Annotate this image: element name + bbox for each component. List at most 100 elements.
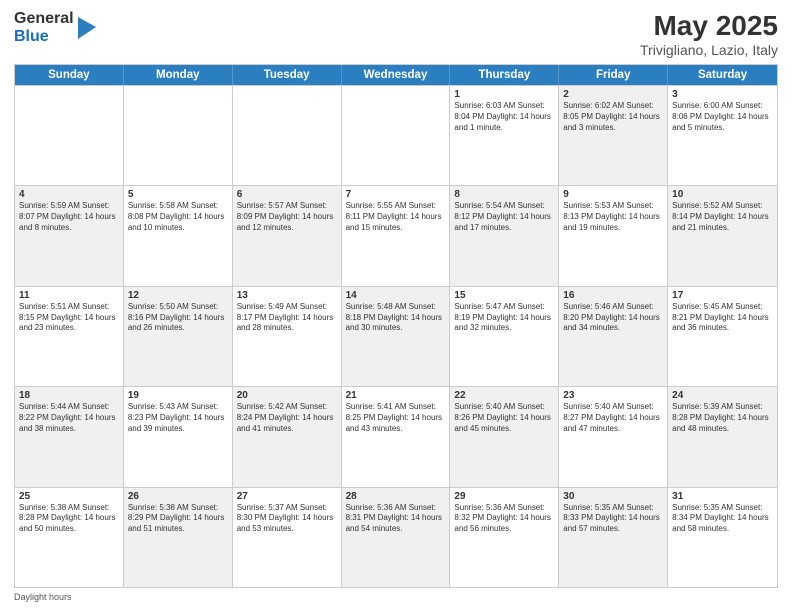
- calendar-cell: 10Sunrise: 5:52 AM Sunset: 8:14 PM Dayli…: [668, 186, 777, 285]
- calendar-cell: 5Sunrise: 5:58 AM Sunset: 8:08 PM Daylig…: [124, 186, 233, 285]
- calendar-cell: 26Sunrise: 5:38 AM Sunset: 8:29 PM Dayli…: [124, 488, 233, 587]
- calendar-header-cell: Friday: [559, 65, 668, 85]
- day-info: Sunrise: 5:54 AM Sunset: 8:12 PM Dayligh…: [454, 201, 554, 233]
- day-number: 9: [563, 189, 663, 200]
- calendar-cell: 18Sunrise: 5:44 AM Sunset: 8:22 PM Dayli…: [15, 387, 124, 486]
- day-number: 29: [454, 491, 554, 502]
- day-number: 10: [672, 189, 773, 200]
- day-info: Sunrise: 5:38 AM Sunset: 8:29 PM Dayligh…: [128, 503, 228, 535]
- day-number: 17: [672, 290, 773, 301]
- day-number: 24: [672, 390, 773, 401]
- calendar-header-cell: Monday: [124, 65, 233, 85]
- calendar-cell: 30Sunrise: 5:35 AM Sunset: 8:33 PM Dayli…: [559, 488, 668, 587]
- logo-icon: [78, 17, 96, 39]
- logo-text: General Blue: [14, 10, 74, 45]
- day-info: Sunrise: 5:36 AM Sunset: 8:32 PM Dayligh…: [454, 503, 554, 535]
- calendar-cell: 4Sunrise: 5:59 AM Sunset: 8:07 PM Daylig…: [15, 186, 124, 285]
- day-info: Sunrise: 5:49 AM Sunset: 8:17 PM Dayligh…: [237, 302, 337, 334]
- day-info: Sunrise: 5:40 AM Sunset: 8:26 PM Dayligh…: [454, 402, 554, 434]
- calendar-cell: 16Sunrise: 5:46 AM Sunset: 8:20 PM Dayli…: [559, 287, 668, 386]
- day-info: Sunrise: 5:40 AM Sunset: 8:27 PM Dayligh…: [563, 402, 663, 434]
- calendar-body: 1Sunrise: 6:03 AM Sunset: 8:04 PM Daylig…: [15, 85, 777, 587]
- day-number: 20: [237, 390, 337, 401]
- calendar-cell: 19Sunrise: 5:43 AM Sunset: 8:23 PM Dayli…: [124, 387, 233, 486]
- calendar-cell: 29Sunrise: 5:36 AM Sunset: 8:32 PM Dayli…: [450, 488, 559, 587]
- day-info: Sunrise: 5:53 AM Sunset: 8:13 PM Dayligh…: [563, 201, 663, 233]
- day-number: 4: [19, 189, 119, 200]
- calendar-cell: 24Sunrise: 5:39 AM Sunset: 8:28 PM Dayli…: [668, 387, 777, 486]
- day-number: 27: [237, 491, 337, 502]
- calendar-header-cell: Saturday: [668, 65, 777, 85]
- subtitle: Trivigliano, Lazio, Italy: [640, 42, 778, 58]
- calendar-cell: 1Sunrise: 6:03 AM Sunset: 8:04 PM Daylig…: [450, 86, 559, 185]
- day-info: Sunrise: 6:00 AM Sunset: 8:06 PM Dayligh…: [672, 101, 773, 133]
- day-number: 30: [563, 491, 663, 502]
- logo-blue: Blue: [14, 28, 74, 46]
- calendar-cell: 15Sunrise: 5:47 AM Sunset: 8:19 PM Dayli…: [450, 287, 559, 386]
- calendar-week-row: 11Sunrise: 5:51 AM Sunset: 8:15 PM Dayli…: [15, 286, 777, 386]
- calendar: SundayMondayTuesdayWednesdayThursdayFrid…: [14, 64, 778, 588]
- day-info: Sunrise: 5:36 AM Sunset: 8:31 PM Dayligh…: [346, 503, 446, 535]
- calendar-cell: 28Sunrise: 5:36 AM Sunset: 8:31 PM Dayli…: [342, 488, 451, 587]
- day-number: 18: [19, 390, 119, 401]
- day-number: 21: [346, 390, 446, 401]
- logo: General Blue: [14, 10, 96, 45]
- calendar-cell: 6Sunrise: 5:57 AM Sunset: 8:09 PM Daylig…: [233, 186, 342, 285]
- calendar-cell: 8Sunrise: 5:54 AM Sunset: 8:12 PM Daylig…: [450, 186, 559, 285]
- calendar-cell: 12Sunrise: 5:50 AM Sunset: 8:16 PM Dayli…: [124, 287, 233, 386]
- calendar-cell: 20Sunrise: 5:42 AM Sunset: 8:24 PM Dayli…: [233, 387, 342, 486]
- day-info: Sunrise: 5:59 AM Sunset: 8:07 PM Dayligh…: [19, 201, 119, 233]
- day-info: Sunrise: 5:41 AM Sunset: 8:25 PM Dayligh…: [346, 402, 446, 434]
- calendar-week-row: 25Sunrise: 5:38 AM Sunset: 8:28 PM Dayli…: [15, 487, 777, 587]
- day-info: Sunrise: 5:51 AM Sunset: 8:15 PM Dayligh…: [19, 302, 119, 334]
- day-number: 16: [563, 290, 663, 301]
- day-number: 2: [563, 89, 663, 100]
- day-info: Sunrise: 5:47 AM Sunset: 8:19 PM Dayligh…: [454, 302, 554, 334]
- day-number: 15: [454, 290, 554, 301]
- day-info: Sunrise: 5:46 AM Sunset: 8:20 PM Dayligh…: [563, 302, 663, 334]
- day-number: 12: [128, 290, 228, 301]
- header: General Blue May 2025 Trivigliano, Lazio…: [14, 10, 778, 58]
- calendar-cell: 2Sunrise: 6:02 AM Sunset: 8:05 PM Daylig…: [559, 86, 668, 185]
- calendar-cell: [15, 86, 124, 185]
- calendar-header-cell: Thursday: [450, 65, 559, 85]
- day-number: 22: [454, 390, 554, 401]
- calendar-week-row: 4Sunrise: 5:59 AM Sunset: 8:07 PM Daylig…: [15, 185, 777, 285]
- main-title: May 2025: [640, 10, 778, 42]
- day-number: 8: [454, 189, 554, 200]
- day-info: Sunrise: 6:03 AM Sunset: 8:04 PM Dayligh…: [454, 101, 554, 133]
- calendar-header-cell: Sunday: [15, 65, 124, 85]
- calendar-header-cell: Tuesday: [233, 65, 342, 85]
- calendar-cell: 3Sunrise: 6:00 AM Sunset: 8:06 PM Daylig…: [668, 86, 777, 185]
- calendar-cell: [233, 86, 342, 185]
- calendar-cell: 9Sunrise: 5:53 AM Sunset: 8:13 PM Daylig…: [559, 186, 668, 285]
- calendar-cell: 17Sunrise: 5:45 AM Sunset: 8:21 PM Dayli…: [668, 287, 777, 386]
- day-number: 13: [237, 290, 337, 301]
- day-number: 5: [128, 189, 228, 200]
- day-number: 19: [128, 390, 228, 401]
- day-info: Sunrise: 5:57 AM Sunset: 8:09 PM Dayligh…: [237, 201, 337, 233]
- calendar-cell: [124, 86, 233, 185]
- day-number: 11: [19, 290, 119, 301]
- day-info: Sunrise: 5:38 AM Sunset: 8:28 PM Dayligh…: [19, 503, 119, 535]
- day-info: Sunrise: 5:55 AM Sunset: 8:11 PM Dayligh…: [346, 201, 446, 233]
- calendar-cell: 27Sunrise: 5:37 AM Sunset: 8:30 PM Dayli…: [233, 488, 342, 587]
- calendar-week-row: 18Sunrise: 5:44 AM Sunset: 8:22 PM Dayli…: [15, 386, 777, 486]
- day-number: 6: [237, 189, 337, 200]
- calendar-header-row: SundayMondayTuesdayWednesdayThursdayFrid…: [15, 65, 777, 85]
- calendar-cell: 14Sunrise: 5:48 AM Sunset: 8:18 PM Dayli…: [342, 287, 451, 386]
- day-info: Sunrise: 5:35 AM Sunset: 8:34 PM Dayligh…: [672, 503, 773, 535]
- day-info: Sunrise: 5:58 AM Sunset: 8:08 PM Dayligh…: [128, 201, 228, 233]
- day-number: 28: [346, 491, 446, 502]
- calendar-cell: 25Sunrise: 5:38 AM Sunset: 8:28 PM Dayli…: [15, 488, 124, 587]
- calendar-cell: 31Sunrise: 5:35 AM Sunset: 8:34 PM Dayli…: [668, 488, 777, 587]
- day-info: Sunrise: 5:39 AM Sunset: 8:28 PM Dayligh…: [672, 402, 773, 434]
- calendar-cell: 21Sunrise: 5:41 AM Sunset: 8:25 PM Dayli…: [342, 387, 451, 486]
- calendar-week-row: 1Sunrise: 6:03 AM Sunset: 8:04 PM Daylig…: [15, 85, 777, 185]
- calendar-cell: 23Sunrise: 5:40 AM Sunset: 8:27 PM Dayli…: [559, 387, 668, 486]
- calendar-cell: [342, 86, 451, 185]
- day-number: 23: [563, 390, 663, 401]
- calendar-cell: 11Sunrise: 5:51 AM Sunset: 8:15 PM Dayli…: [15, 287, 124, 386]
- calendar-header-cell: Wednesday: [342, 65, 451, 85]
- day-info: Sunrise: 6:02 AM Sunset: 8:05 PM Dayligh…: [563, 101, 663, 133]
